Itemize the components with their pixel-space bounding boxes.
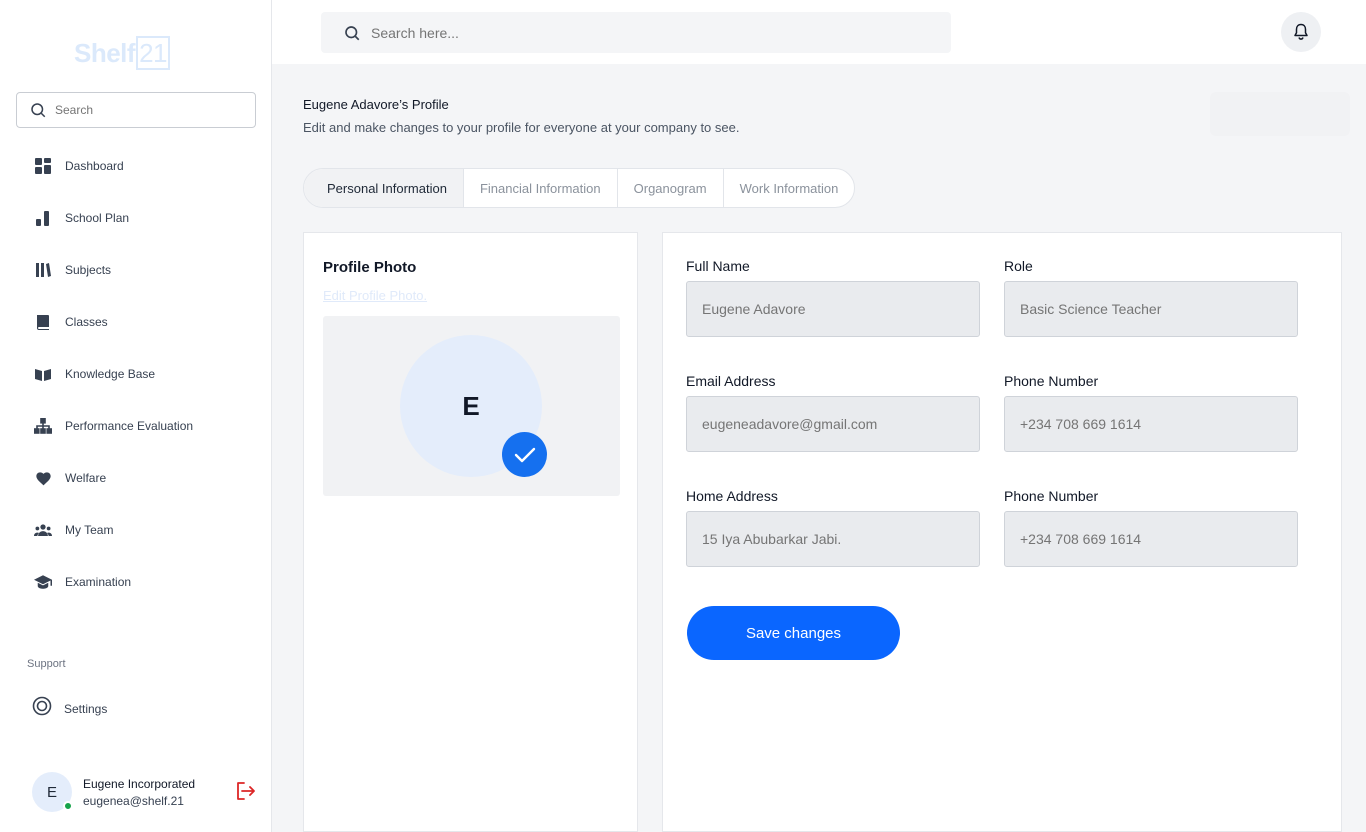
profile-photo-preview: E: [323, 316, 620, 496]
bell-icon: [1294, 23, 1308, 40]
shelf21-logo[interactable]: Shelf 21: [74, 36, 170, 70]
sidebar-item-label: My Team: [65, 523, 114, 537]
sidebar-item-label: Classes: [65, 315, 108, 329]
sidebar-search[interactable]: [16, 92, 256, 128]
profile-photo-card: Profile Photo Edit Profile Photo. E: [303, 232, 638, 832]
heart-icon: [34, 469, 52, 487]
tab-financial-information[interactable]: Financial Information: [464, 169, 618, 207]
user-email: eugenea@shelf.21: [83, 793, 184, 808]
email-input[interactable]: [686, 396, 980, 452]
edit-profile-photo-link[interactable]: Edit Profile Photo.: [323, 288, 427, 303]
books-icon: [34, 261, 52, 279]
sidebar-item-my-team[interactable]: My Team: [34, 504, 254, 556]
sidebar-item-label: Knowledge Base: [65, 367, 156, 381]
full-name-label: Full Name: [686, 258, 750, 274]
graduation-cap-icon: [34, 573, 52, 591]
tab-personal-information[interactable]: Personal Information: [304, 169, 464, 207]
notifications-button[interactable]: [1281, 12, 1321, 52]
role-input[interactable]: [1004, 281, 1298, 337]
profile-tabs: Personal Information Financial Informati…: [303, 168, 856, 208]
sidebar-item-welfare[interactable]: Welfare: [34, 452, 254, 504]
verified-check-icon: [502, 432, 547, 477]
user-name: Eugene Incorporated: [83, 776, 196, 791]
phone-number-field: Phone Number: [1004, 373, 1298, 452]
full-name-field: Full Name: [686, 258, 980, 337]
secondary-phone-number-label: Phone Number: [1004, 488, 1099, 504]
book-icon: [34, 313, 52, 331]
sidebar: Shelf21 Dashboard School Plan Subjects C…: [0, 0, 272, 832]
tab-work-information[interactable]: Work Information: [724, 169, 855, 207]
bar-chart-icon: [34, 209, 52, 227]
phone-number-input[interactable]: [1004, 396, 1298, 452]
sidebar-item-dashboard[interactable]: Dashboard: [34, 140, 254, 192]
dashboard-icon: [34, 157, 52, 175]
personal-info-form: Full Name Role Email Address Phone Numbe…: [662, 232, 1342, 832]
home-address-field: Home Address: [686, 488, 980, 567]
sidebar-item-settings[interactable]: Settings: [32, 696, 107, 721]
sidebar-item-label: Welfare: [65, 471, 107, 485]
save-changes-button[interactable]: Save changes: [687, 606, 900, 660]
sidebar-item-label: Subjects: [65, 263, 112, 277]
role-label: Role: [1004, 258, 1033, 274]
sidebar-item-performance-evaluation[interactable]: Performance Evaluation: [34, 400, 254, 452]
search-icon: [345, 25, 360, 40]
settings-icon: [32, 696, 52, 721]
sidebar-item-label: Examination: [65, 575, 132, 589]
sidebar-item-label: Performance Evaluation: [65, 419, 194, 433]
profile-photo-heading: Profile Photo: [323, 259, 417, 276]
user-profile[interactable]: E Eugene Incorporated eugenea@shelf.21: [32, 772, 262, 812]
global-search[interactable]: [321, 12, 951, 53]
home-address-label: Home Address: [686, 488, 778, 504]
team-icon: [34, 521, 52, 539]
tab-organogram[interactable]: Organogram: [618, 169, 724, 207]
sidebar-item-subjects[interactable]: Subjects: [34, 244, 254, 296]
email-label: Email Address: [686, 373, 776, 389]
topbar: [272, 0, 1366, 64]
secondary-phone-number-field: Phone Number: [1004, 488, 1298, 567]
avatar[interactable]: E: [32, 772, 73, 812]
sidebar-item-knowledge-base[interactable]: Knowledge Base: [34, 348, 254, 400]
sidebar-nav: Dashboard School Plan Subjects Classes K…: [34, 140, 254, 608]
sidebar-item-label: School Plan: [65, 211, 130, 225]
secondary-phone-number-input[interactable]: [1004, 511, 1298, 567]
sidebar-item-label: Settings: [64, 701, 108, 716]
sidebar-search-input[interactable]: [55, 103, 245, 117]
support-section-label: Support: [27, 658, 66, 670]
phone-number-label: Phone Number: [1004, 373, 1099, 389]
page-subtitle: Edit and make changes to your profile fo…: [303, 120, 740, 135]
sidebar-item-school-plan[interactable]: School Plan: [34, 192, 254, 244]
sidebar-item-classes[interactable]: Classes: [34, 296, 254, 348]
global-search-input[interactable]: [371, 24, 931, 41]
page-title: Eugene Adavore’s Profile: [303, 97, 449, 112]
logout-icon[interactable]: [236, 782, 256, 805]
search-icon: [31, 103, 46, 118]
profile-avatar-initial: E: [462, 390, 480, 421]
user-info: Eugene Incorporated eugenea@shelf.21: [83, 777, 195, 808]
sidebar-item-examination[interactable]: Examination: [34, 556, 254, 608]
email-field: Email Address: [686, 373, 980, 452]
open-book-icon: [34, 365, 52, 383]
background-placeholder: [1210, 92, 1350, 136]
full-name-input[interactable]: [686, 281, 980, 337]
hierarchy-icon: [34, 417, 52, 435]
avatar-initial: E: [46, 783, 57, 801]
sidebar-item-label: Dashboard: [65, 159, 124, 173]
home-address-input[interactable]: [686, 511, 980, 567]
online-status-dot: [63, 801, 73, 811]
role-field: Role: [1004, 258, 1298, 337]
